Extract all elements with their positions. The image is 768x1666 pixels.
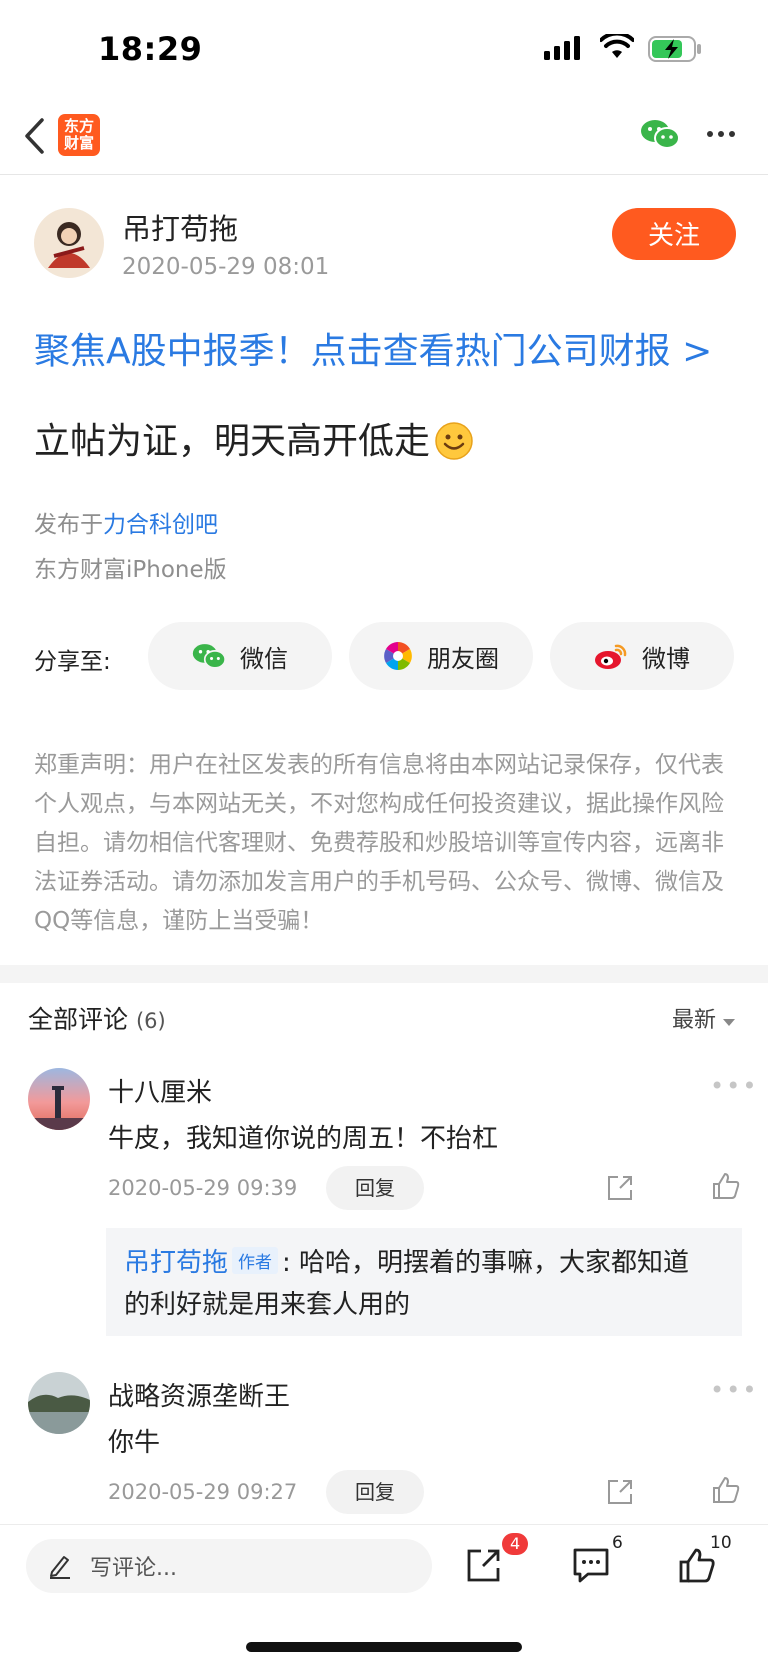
like-count: 10 xyxy=(710,1533,732,1553)
comment-text: 牛皮，我知道你说的周五！不抬杠 xyxy=(108,1124,499,1154)
post-content-text: 立帖为证，明天高开低走 xyxy=(34,421,431,462)
commenter-avatar[interactable] xyxy=(28,1372,90,1434)
post-content: 立帖为证，明天高开低走 xyxy=(34,412,474,464)
back-arrow-icon[interactable] xyxy=(22,116,46,156)
commenter-avatar[interactable] xyxy=(28,1068,90,1130)
share-icon[interactable] xyxy=(606,1174,634,1202)
sort-label: 最新 xyxy=(672,1008,717,1033)
comment-text: 你牛 xyxy=(108,1428,161,1458)
author-reply-line1: 吊打苟拖 作者: 哈哈，明摆着的事嘛，大家都知道 xyxy=(124,1242,689,1279)
caret-down-icon xyxy=(723,1019,736,1026)
published-in: 发布于力合科创吧 xyxy=(34,505,218,539)
author-avatar[interactable] xyxy=(34,208,104,278)
earnings-banner-link[interactable]: 聚焦A股中报季！点击查看热门公司财报 > xyxy=(34,322,712,374)
comment-count: 6 xyxy=(612,1533,623,1553)
commenter-name[interactable]: 十八厘米 xyxy=(108,1072,212,1109)
moments-icon xyxy=(384,642,412,670)
disclaimer-text: 郑重声明：用户在社区发表的所有信息将由本网站记录保存，仅代表个人观点，与本网站无… xyxy=(34,752,724,934)
published-prefix: 发布于 xyxy=(34,512,103,538)
comments-header: 全部评论 (6) xyxy=(28,1000,166,1036)
comment-more-icon[interactable]: ••• xyxy=(710,1376,758,1404)
share-label: 分享至: xyxy=(34,649,111,675)
post-device: 东方财富iPhone版 xyxy=(34,557,227,583)
battery-charging-icon xyxy=(648,36,701,62)
cellular-signal-icon xyxy=(544,36,580,60)
reply-text-line1: 哈哈，明摆着的事嘛，大家都知道 xyxy=(299,1248,690,1278)
post-timestamp: 2020-05-29 08:01 xyxy=(122,254,330,280)
reply-separator: : xyxy=(282,1248,291,1278)
section-divider xyxy=(0,965,768,983)
reply-button[interactable]: 回复 xyxy=(326,1470,424,1514)
forum-link[interactable]: 力合科创吧 xyxy=(103,512,218,538)
wechat-share-icon[interactable] xyxy=(640,118,680,150)
share-wechat-label: 微信 xyxy=(240,644,288,673)
share-weibo-label: 微博 xyxy=(642,644,690,673)
sort-dropdown[interactable]: 最新 xyxy=(672,1002,736,1034)
wechat-icon xyxy=(192,644,226,669)
pencil-icon xyxy=(50,1556,70,1579)
like-icon[interactable] xyxy=(712,1476,740,1504)
comments-title: 全部评论 xyxy=(28,1005,129,1034)
wifi-icon xyxy=(600,34,634,58)
smile-emoji-icon xyxy=(435,422,473,460)
weibo-icon xyxy=(595,644,627,669)
write-comment-input[interactable]: 写评论... xyxy=(26,1539,432,1593)
home-indicator[interactable] xyxy=(246,1642,522,1652)
comment-date: 2020-05-29 09:39 xyxy=(108,1176,298,1200)
reply-text-line2: 的利好就是用来套人用的 xyxy=(124,1290,411,1320)
commenter-name[interactable]: 战略资源垄断王 xyxy=(108,1376,290,1413)
navigation-bar: 东方财富 xyxy=(0,100,768,175)
author-name[interactable]: 吊打苟拖 xyxy=(122,206,238,248)
reply-button[interactable]: 回复 xyxy=(326,1166,424,1210)
comments-count: (6) xyxy=(135,1009,166,1033)
follow-button[interactable]: 关注 xyxy=(612,208,736,260)
share-moments-label: 朋友圈 xyxy=(427,644,499,673)
comment-icon[interactable] xyxy=(572,1547,610,1583)
share-moments-button[interactable]: 朋友圈 xyxy=(349,622,533,690)
write-comment-placeholder: 写评论... xyxy=(90,1556,177,1581)
author-tag-badge: 作者 xyxy=(232,1247,279,1274)
reply-author-name[interactable]: 吊打苟拖 xyxy=(124,1248,228,1278)
more-options-icon[interactable] xyxy=(706,130,736,138)
author-reply-box: 吊打苟拖 作者: 哈哈，明摆着的事嘛，大家都知道 的利好就是用来套人用的 xyxy=(106,1228,742,1336)
like-icon[interactable] xyxy=(712,1172,740,1200)
share-icon[interactable] xyxy=(606,1478,634,1506)
app-logo: 东方财富 xyxy=(58,114,100,156)
share-weibo-button[interactable]: 微博 xyxy=(550,622,734,690)
share-wechat-button[interactable]: 微信 xyxy=(148,622,332,690)
share-count-badge: 4 xyxy=(502,1533,529,1555)
comment-date: 2020-05-29 09:27 xyxy=(108,1480,298,1504)
comment-more-icon[interactable]: ••• xyxy=(710,1072,758,1100)
status-time: 18:29 xyxy=(98,30,203,68)
share-icon[interactable] xyxy=(466,1547,502,1583)
